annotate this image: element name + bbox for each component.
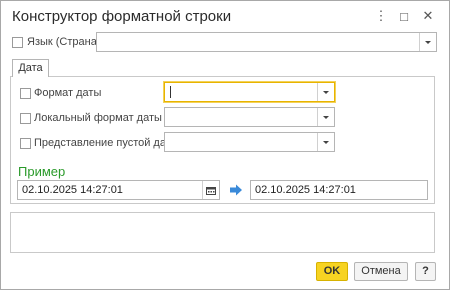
chevron-down-icon[interactable]: [419, 33, 436, 51]
empty-date-label: Представление пустой даты: [34, 137, 179, 149]
dialog-title: Конструктор форматной строки: [12, 8, 232, 25]
maximize-icon[interactable]: □: [395, 7, 413, 25]
language-select[interactable]: [96, 32, 437, 52]
empty-date-select[interactable]: [164, 132, 335, 152]
local-date-format-checkbox[interactable]: [20, 113, 31, 124]
more-icon[interactable]: ⋮: [372, 7, 390, 25]
date-format-checkbox[interactable]: [20, 88, 31, 99]
local-date-format-select[interactable]: [164, 107, 335, 127]
language-checkbox[interactable]: [12, 37, 23, 48]
description-area: [10, 212, 435, 253]
chevron-down-icon[interactable]: [317, 83, 334, 101]
chevron-down-icon[interactable]: [317, 108, 334, 126]
close-icon[interactable]: ✕: [419, 7, 437, 25]
date-format-label: Формат даты: [34, 87, 102, 99]
chevron-down-icon[interactable]: [317, 133, 334, 151]
example-result-value: 02.10.2025 14:27:01: [255, 184, 356, 196]
language-label: Язык (Страна): [27, 36, 101, 48]
tab-date[interactable]: Дата: [12, 59, 49, 77]
example-date-input[interactable]: 02.10.2025 14:27:01: [17, 180, 220, 200]
example-date-value: 02.10.2025 14:27:01: [22, 184, 123, 196]
example-heading: Пример: [18, 164, 66, 179]
empty-date-checkbox[interactable]: [20, 138, 31, 149]
example-result-field: 02.10.2025 14:27:01: [250, 180, 428, 200]
dialog-window: Конструктор форматной строки ⋮ □ ✕ Язык …: [0, 0, 450, 290]
help-button[interactable]: ?: [415, 262, 436, 281]
arrow-right-icon: [229, 184, 243, 196]
local-date-format-label: Локальный формат даты: [34, 112, 162, 124]
date-format-select[interactable]: [164, 82, 335, 102]
cancel-button[interactable]: Отмена: [354, 262, 408, 281]
text-cursor: [170, 86, 171, 98]
calendar-icon[interactable]: [202, 181, 219, 199]
ok-button[interactable]: OK: [316, 262, 348, 281]
